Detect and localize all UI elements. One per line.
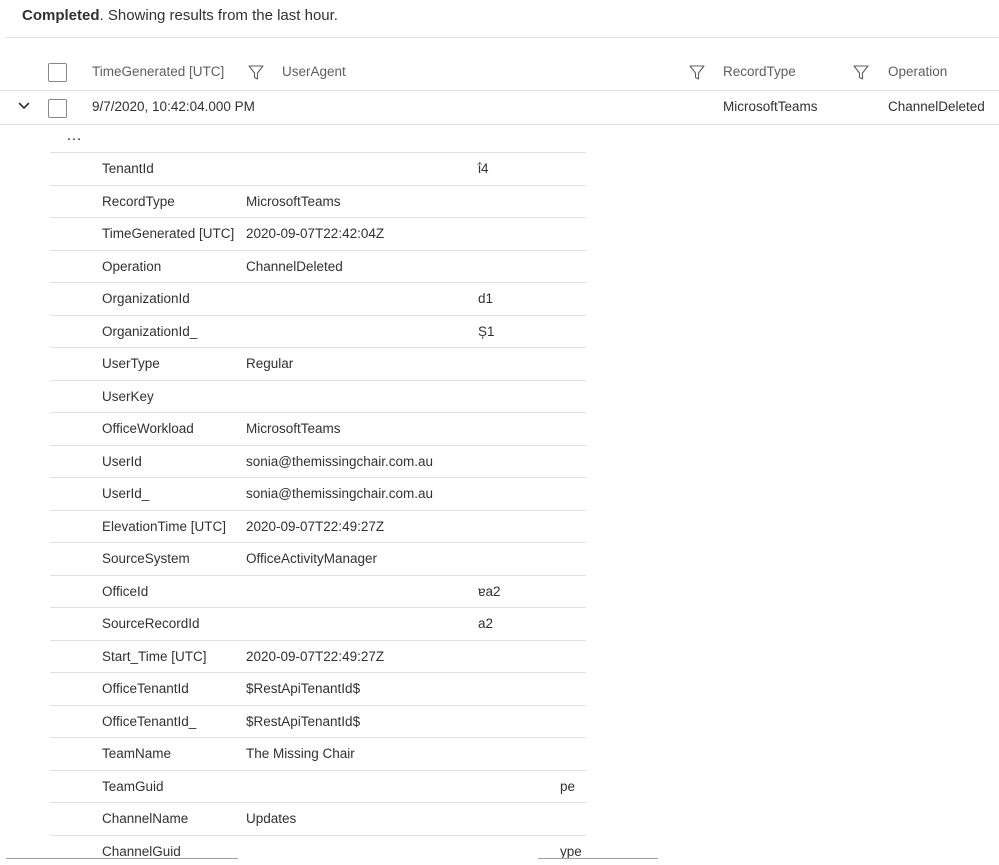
status-message: . Showing results from the last hour. bbox=[99, 7, 338, 24]
detail-value: MicrosoftTeams bbox=[246, 421, 341, 436]
detail-value: Ș1 bbox=[478, 323, 495, 339]
detail-key: SourceRecordId bbox=[102, 616, 200, 631]
detail-value: Regular bbox=[246, 356, 294, 371]
detail-row: SourceSystem OfficeActivityManager bbox=[50, 542, 586, 575]
row-checkbox[interactable] bbox=[48, 99, 67, 118]
results-grid-header: TimeGenerated [UTC] UserAgent RecordType… bbox=[0, 54, 999, 91]
filter-icon[interactable] bbox=[853, 64, 869, 81]
detail-key: Start_Time [UTC] bbox=[102, 648, 207, 664]
detail-value: The Missing Chair bbox=[246, 746, 355, 761]
detail-value: ΐ4 bbox=[478, 161, 489, 176]
detail-key: TeamName bbox=[102, 746, 172, 761]
detail-row: UserId_ sonia@themissingchair.com.au bbox=[50, 477, 586, 510]
status-completed: Completed bbox=[22, 7, 100, 24]
select-all-checkbox[interactable] bbox=[48, 63, 67, 82]
detail-row: TeamGuid pe bbox=[50, 769, 586, 803]
detail-row: ChannelName Updates bbox=[50, 802, 586, 835]
detail-key: TimeGenerated [UTC] bbox=[102, 226, 235, 241]
filter-icon[interactable] bbox=[248, 64, 264, 81]
column-header-operation[interactable]: Operation bbox=[888, 64, 947, 79]
table-row[interactable]: 9/7/2020, 10:42:04.000 PM MicrosoftTeams… bbox=[0, 91, 999, 125]
detail-value: d1 bbox=[478, 291, 494, 306]
detail-key: ChannelName bbox=[102, 811, 189, 826]
detail-row: ElevationTime [UTC] 2020-09-07T22:49:27Z bbox=[50, 509, 586, 543]
detail-row: UserId sonia@themissingchair.com.au bbox=[50, 444, 586, 478]
divider bbox=[6, 37, 999, 38]
detail-row: OfficeTenantId $RestApiTenantId$ bbox=[50, 672, 586, 705]
filter-icon[interactable] bbox=[689, 64, 705, 81]
detail-key: OrganizationId bbox=[102, 291, 190, 306]
detail-value: 2020-09-07T22:49:27Z bbox=[246, 518, 385, 534]
detail-key: OfficeId bbox=[102, 583, 149, 599]
column-header-recordtype[interactable]: RecordType bbox=[723, 64, 796, 79]
detail-key: TeamGuid bbox=[102, 778, 164, 794]
detail-key: UserKey bbox=[102, 388, 154, 404]
detail-value: ype bbox=[560, 843, 582, 859]
cell-operation: ChannelDeleted bbox=[888, 99, 985, 114]
divider bbox=[6, 858, 238, 859]
detail-row: SourceRecordId a2 bbox=[50, 607, 586, 640]
detail-value: $RestApiTenantId$ bbox=[246, 681, 361, 696]
detail-row: OfficeTenantId_ $RestApiTenantId$ bbox=[50, 704, 586, 738]
detail-row: TimeGenerated [UTC] 2020-09-07T22:42:04Z bbox=[50, 217, 586, 250]
detail-row: TenantId ΐ4 bbox=[50, 152, 586, 185]
more-actions-button[interactable]: … bbox=[66, 127, 83, 145]
detail-value: $RestApiTenantId$ bbox=[246, 713, 361, 729]
detail-value: sonia@themissingchair.com.au bbox=[246, 486, 434, 501]
detail-row: OrganizationId_ Ș1 bbox=[50, 314, 586, 348]
detail-row: TeamName The Missing Chair bbox=[50, 737, 586, 770]
detail-value: Updates bbox=[246, 811, 297, 826]
detail-value: sonia@themissingchair.com.au bbox=[246, 453, 434, 469]
detail-row: OrganizationId d1 bbox=[50, 282, 586, 315]
detail-row: UserKey bbox=[50, 379, 586, 413]
detail-key: TenantId bbox=[102, 161, 154, 176]
detail-value: MicrosoftTeams bbox=[246, 193, 341, 209]
detail-row: OfficeWorkload MicrosoftTeams bbox=[50, 412, 586, 445]
detail-key: OfficeTenantId_ bbox=[102, 713, 197, 729]
detail-key: UserId bbox=[102, 453, 142, 469]
detail-key: ChannelGuid bbox=[102, 843, 181, 859]
detail-key: SourceSystem bbox=[102, 551, 190, 566]
chevron-down-icon[interactable] bbox=[17, 99, 31, 113]
detail-key: OfficeWorkload bbox=[102, 421, 194, 436]
query-status: Completed. Showing results from the last… bbox=[22, 7, 338, 24]
detail-value: pe bbox=[560, 778, 576, 794]
divider bbox=[538, 858, 658, 859]
column-header-timegenerated[interactable]: TimeGenerated [UTC] bbox=[92, 64, 224, 79]
column-header-useragent[interactable]: UserAgent bbox=[282, 64, 346, 79]
cell-recordtype: MicrosoftTeams bbox=[723, 99, 818, 114]
detail-key: RecordType bbox=[102, 193, 175, 209]
detail-key: Operation bbox=[102, 258, 162, 274]
detail-row: OfficeId ɐa2 bbox=[50, 574, 586, 608]
detail-key: UserType bbox=[102, 356, 160, 371]
record-details-table: TenantId ΐ4 RecordType MicrosoftTeams TimeGe… bbox=[50, 152, 586, 865]
detail-key: OrganizationId_ bbox=[102, 323, 198, 339]
detail-row: ChannelGuid ype bbox=[50, 834, 586, 865]
detail-row: UserType Regular bbox=[50, 347, 586, 380]
detail-value: ɐa2 bbox=[478, 583, 501, 599]
detail-value: 2020-09-07T22:42:04Z bbox=[246, 226, 385, 241]
detail-key: UserId_ bbox=[102, 486, 150, 501]
detail-key: ElevationTime [UTC] bbox=[102, 518, 227, 534]
detail-value: ChannelDeleted bbox=[246, 258, 343, 274]
detail-row: Operation ChannelDeleted bbox=[50, 249, 586, 283]
detail-row: RecordType MicrosoftTeams bbox=[50, 184, 586, 218]
detail-key: OfficeTenantId bbox=[102, 681, 189, 696]
detail-row: Start_Time [UTC] 2020-09-07T22:49:27Z bbox=[50, 639, 586, 673]
detail-value: a2 bbox=[478, 616, 494, 631]
detail-value: OfficeActivityManager bbox=[246, 551, 378, 566]
cell-timegenerated: 9/7/2020, 10:42:04.000 PM bbox=[92, 99, 255, 114]
detail-value: 2020-09-07T22:49:27Z bbox=[246, 648, 385, 664]
